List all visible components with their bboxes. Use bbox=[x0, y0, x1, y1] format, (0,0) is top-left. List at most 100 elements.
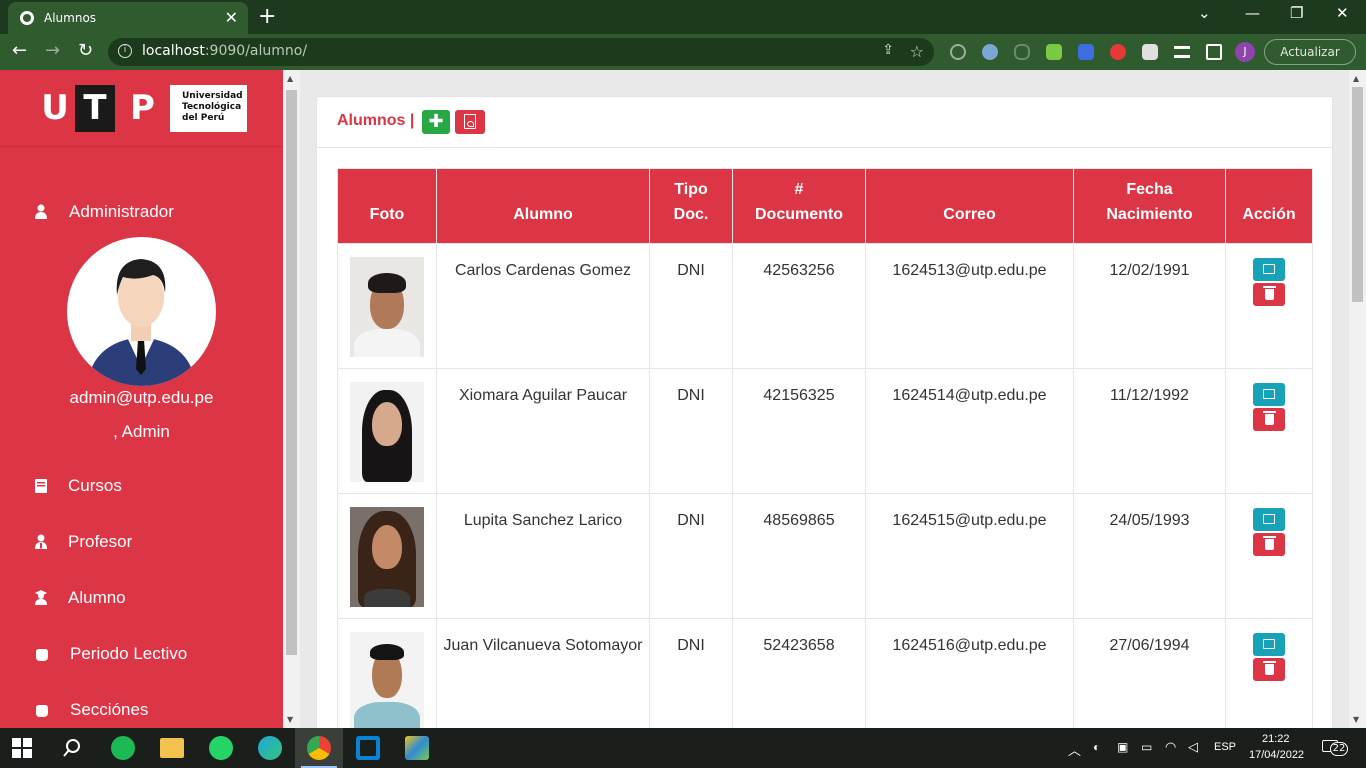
clock-date[interactable]: 17/04/2022 bbox=[1249, 749, 1304, 761]
sidebar-scrollbar[interactable]: ▲ ▼ bbox=[283, 70, 300, 728]
media-control-icon[interactable] bbox=[1174, 46, 1190, 58]
sidebar-item-cursos[interactable]: Cursos bbox=[0, 473, 283, 503]
tray-chevron-icon[interactable]: ︿ bbox=[1068, 740, 1081, 759]
trash-icon bbox=[1263, 286, 1276, 300]
extension-icon[interactable] bbox=[1078, 44, 1094, 60]
download-extension-icon[interactable] bbox=[1046, 44, 1062, 60]
column-header-documento[interactable]: # Documento bbox=[732, 168, 866, 244]
alumnos-card: Alumnos | ✚ Foto Alumno Tipo Doc. # Docume… bbox=[316, 96, 1334, 728]
student-photo[interactable] bbox=[350, 382, 424, 482]
column-header-correo[interactable]: Correo bbox=[865, 168, 1074, 244]
column-header-fecha-nacimiento[interactable]: Fecha Nacimiento bbox=[1073, 168, 1226, 244]
profile-avatar[interactable]: J bbox=[1235, 42, 1255, 62]
bookmark-star-icon[interactable]: ☆ bbox=[910, 42, 924, 61]
browser-tab[interactable]: Alumnos ✕ bbox=[8, 2, 248, 34]
windows-start-icon[interactable] bbox=[12, 738, 32, 758]
minimize-button[interactable]: — bbox=[1245, 4, 1260, 22]
vscode-icon[interactable] bbox=[356, 736, 380, 760]
student-photo[interactable] bbox=[350, 507, 424, 607]
alumno-name-cell: Xiomara Aguilar Paucar bbox=[436, 368, 650, 494]
correo-cell: 1624514@utp.edu.pe bbox=[865, 368, 1074, 494]
utp-logo[interactable]: U T P Universidad Tecnológica del Perú bbox=[35, 85, 247, 132]
column-header-foto[interactable]: Foto bbox=[337, 168, 437, 244]
whatsapp-icon[interactable] bbox=[209, 736, 233, 760]
notifications-button[interactable]: 22 bbox=[1322, 738, 1348, 758]
sidebar-item-alumno[interactable]: Alumno bbox=[0, 585, 283, 615]
page-scrollbar[interactable]: ▲ ▼ bbox=[1349, 70, 1366, 728]
delete-button[interactable] bbox=[1253, 533, 1285, 556]
search-icon[interactable] bbox=[62, 738, 82, 758]
scroll-down-icon[interactable]: ▼ bbox=[287, 715, 293, 724]
youtube-extension-icon[interactable] bbox=[1110, 44, 1126, 60]
student-photo[interactable] bbox=[350, 632, 424, 728]
tab-search-icon[interactable]: ⌄ bbox=[1198, 4, 1211, 22]
chrome-icon[interactable] bbox=[307, 736, 331, 760]
edit-button[interactable] bbox=[1253, 258, 1285, 281]
fecha-cell: 11/12/1992 bbox=[1073, 368, 1226, 494]
spotify-icon[interactable] bbox=[111, 736, 135, 760]
accion-cell bbox=[1225, 368, 1313, 494]
correo-cell: 1624513@utp.edu.pe bbox=[865, 243, 1074, 369]
user-role: , Admin bbox=[113, 422, 170, 441]
edit-button[interactable] bbox=[1253, 383, 1285, 406]
tray-app-icon[interactable]: ◐ bbox=[1093, 740, 1100, 754]
sidebar-item-profesor[interactable]: Profesor bbox=[0, 529, 283, 559]
page-scroll-thumb[interactable] bbox=[1352, 87, 1363, 302]
sidebar-scroll-thumb[interactable] bbox=[286, 90, 297, 655]
info-icon[interactable]: i bbox=[118, 44, 132, 58]
sidebar-item-administrador[interactable]: Administrador bbox=[0, 199, 283, 229]
new-tab-button[interactable]: + bbox=[258, 4, 276, 29]
wifi-icon[interactable]: ◠ bbox=[1165, 739, 1176, 755]
page-title: Alumnos | bbox=[337, 112, 415, 129]
url-text: localhost:9090/alumno/ bbox=[142, 43, 308, 59]
logo-area: U T P Universidad Tecnológica del Perú bbox=[0, 70, 283, 146]
user-graduate-icon bbox=[35, 590, 47, 605]
edit-icon bbox=[1263, 514, 1275, 524]
tray-app-icon[interactable]: ▣ bbox=[1117, 740, 1128, 754]
update-button[interactable]: Actualizar bbox=[1264, 39, 1356, 65]
volume-icon[interactable]: ◁ bbox=[1188, 739, 1198, 755]
share-icon[interactable]: ⇪ bbox=[882, 42, 894, 58]
delete-button[interactable] bbox=[1253, 408, 1285, 431]
reload-icon[interactable]: ↻ bbox=[78, 40, 93, 61]
foto-cell bbox=[337, 368, 437, 494]
close-window-button[interactable]: ✕ bbox=[1336, 4, 1349, 22]
back-icon[interactable]: ← bbox=[12, 40, 27, 61]
side-panel-icon[interactable] bbox=[1206, 44, 1222, 60]
extension-icon[interactable] bbox=[982, 44, 998, 60]
battery-icon[interactable]: ▭ bbox=[1141, 740, 1152, 754]
edge-icon[interactable] bbox=[258, 736, 282, 760]
extension-icon[interactable] bbox=[1014, 44, 1030, 60]
student-photo[interactable] bbox=[350, 257, 424, 357]
address-bar[interactable]: i localhost:9090/alumno/ ⇪ ☆ bbox=[108, 38, 934, 66]
scroll-down-icon[interactable]: ▼ bbox=[1353, 715, 1359, 724]
delete-button[interactable] bbox=[1253, 283, 1285, 306]
sidebar-item-secciones[interactable]: Secciónes bbox=[0, 697, 283, 727]
column-header-alumno[interactable]: Alumno bbox=[436, 168, 650, 244]
delete-button[interactable] bbox=[1253, 658, 1285, 681]
fecha-cell: 24/05/1993 bbox=[1073, 493, 1226, 619]
sidebar-item-label: Administrador bbox=[69, 202, 174, 221]
sidebar-item-label: Cursos bbox=[68, 476, 122, 495]
extension-icon[interactable] bbox=[950, 44, 966, 60]
restore-button[interactable]: ❐ bbox=[1290, 4, 1303, 22]
forward-icon[interactable]: → bbox=[45, 40, 60, 61]
scroll-up-icon[interactable]: ▲ bbox=[287, 74, 293, 83]
column-header-tipo-doc[interactable]: Tipo Doc. bbox=[649, 168, 733, 244]
add-alumno-button[interactable]: ✚ bbox=[422, 110, 450, 134]
puzzle-icon[interactable] bbox=[1142, 44, 1158, 60]
file-explorer-icon[interactable] bbox=[160, 738, 184, 758]
trash-icon bbox=[1263, 661, 1276, 675]
sidebar: U T P Universidad Tecnológica del Perú A… bbox=[0, 70, 283, 728]
fecha-cell: 27/06/1994 bbox=[1073, 618, 1226, 728]
language-indicator[interactable]: ESP bbox=[1214, 741, 1236, 753]
app-cube-icon[interactable] bbox=[405, 736, 429, 760]
clock-time[interactable]: 21:22 bbox=[1262, 733, 1290, 745]
user-email: admin@utp.edu.pe bbox=[69, 388, 214, 407]
sidebar-item-periodo-lectivo[interactable]: Periodo Lectivo bbox=[0, 641, 283, 671]
edit-button[interactable] bbox=[1253, 508, 1285, 531]
export-pdf-button[interactable] bbox=[455, 110, 485, 134]
scroll-up-icon[interactable]: ▲ bbox=[1353, 74, 1359, 83]
edit-button[interactable] bbox=[1253, 633, 1285, 656]
tab-close-icon[interactable]: ✕ bbox=[225, 8, 238, 27]
